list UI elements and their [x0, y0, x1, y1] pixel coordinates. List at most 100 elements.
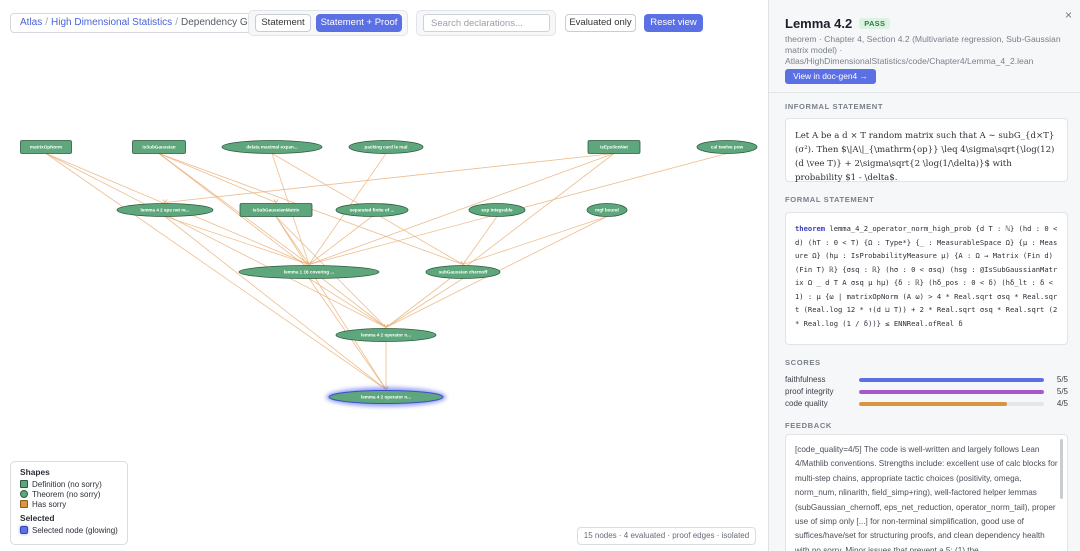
edge-layer — [45, 153, 728, 391]
node-label: IsSubGaussian — [142, 145, 175, 150]
legend-selected-node: Selected node (glowing) — [20, 525, 118, 535]
score-name: faithfulness — [785, 375, 826, 384]
view-in-docgen-button[interactable]: View in doc-gen4 → — [785, 69, 876, 84]
node-label: subGaussian chernoff — [439, 270, 488, 275]
graph-node-matrixopnorm[interactable]: matrixOpNorm — [20, 140, 72, 154]
node-label: separated finite of ... — [350, 208, 395, 213]
search-declarations-input[interactable] — [423, 14, 550, 32]
dependency-edge — [462, 216, 498, 265]
legend-theorem: Theorem (no sorry) — [20, 489, 118, 499]
graph-node-subgaussian-chernoff[interactable]: subGaussian chernoff — [425, 265, 501, 279]
legend-theorem-label: Theorem (no sorry) — [32, 489, 101, 499]
score-bar — [859, 402, 1007, 406]
feedback-card[interactable]: [code_quality=4/5] The code is well-writ… — [785, 434, 1068, 551]
formal-statement-code: lemma_4_2_operator_norm_high_prob {d T :… — [795, 224, 1062, 328]
statement-proof-mode-button[interactable]: Statement + Proof — [316, 14, 402, 32]
close-icon[interactable]: × — [1065, 8, 1072, 22]
breadcrumb-separator: / — [45, 17, 49, 28]
graph-node-exp-integrable[interactable]: exp integrable — [468, 203, 526, 217]
score-track — [859, 402, 1044, 406]
declaration-meta: theorem · Chapter 4, Section 4.2 (Multiv… — [785, 34, 1061, 66]
search-container — [416, 10, 556, 36]
dependency-edge — [45, 153, 387, 328]
informal-statement-card: Let A be a d × T random matrix such that… — [785, 118, 1068, 183]
graph-node-lemma-1-16[interactable]: lemma 1 16 covering ... — [238, 265, 380, 279]
panel-header: Lemma 4.2 PASS — [785, 15, 891, 31]
graph-node-separated-finite[interactable]: separated finite of ... — [335, 203, 409, 217]
feedback-heading: FEEDBACK — [785, 421, 832, 430]
informal-statement-text: Let A be a d × T random matrix such that… — [795, 131, 1055, 183]
graph-node-delta-maximal[interactable]: delata maximal expan... — [221, 140, 323, 154]
dependency-edge — [164, 216, 310, 265]
node-label: lemma 1 16 covering ... — [284, 270, 334, 275]
node-label: delata maximal expan... — [246, 145, 297, 150]
node-layer: matrixOpNorm IsSubGaussian delata maximal … — [20, 140, 758, 407]
legend-sorry-label: Has sorry — [32, 499, 67, 509]
dependency-edge — [308, 216, 373, 265]
scores-heading: SCORES — [785, 358, 821, 367]
score-track — [859, 378, 1044, 382]
graph-node-packing-card[interactable]: packing card le real — [348, 140, 424, 154]
dependency-edge — [385, 278, 464, 328]
declaration-detail-panel: × Lemma 4.2 PASS theorem · Chapter 4, Se… — [768, 0, 1080, 551]
legend-definition-label: Definition (no sorry) — [32, 479, 102, 489]
view-mode-toggle: Statement Statement + Proof — [248, 10, 408, 36]
node-label: matrixOpNorm — [30, 145, 62, 150]
graph-node-isepsilonnet[interactable]: IsEpsilonNet — [587, 140, 641, 154]
node-label: cal twelve pow — [711, 145, 744, 150]
node-label: IsSubGaussianMatrix — [253, 208, 300, 213]
score-value: 5/5 — [1056, 375, 1068, 384]
score-bar — [859, 378, 1044, 382]
graph-node-issubgaussianmatrix[interactable]: IsSubGaussianMatrix — [239, 203, 313, 217]
score-track — [859, 390, 1044, 394]
feedback-text: [code_quality=4/5] The code is well-writ… — [795, 445, 1058, 551]
score-name: proof integrity — [785, 387, 834, 396]
dependency-edge — [385, 153, 615, 328]
evaluated-only-button[interactable]: Evaluated only — [565, 14, 636, 32]
breadcrumb-atlas-link[interactable]: Atlas — [20, 17, 42, 28]
score-faithfulness: faithfulness 5/5 — [785, 375, 1068, 385]
graph-node-mgf-bound[interactable]: mgf bound — [586, 203, 628, 217]
breadcrumb-book-link[interactable]: High Dimensional Statistics — [51, 17, 172, 28]
node-label: lemma 4 2 eps net re... — [140, 208, 189, 213]
breadcrumb: Atlas / High Dimensional Statistics / Depend… — [10, 13, 278, 33]
score-bar — [859, 390, 1044, 394]
graph-status-bar: 15 nodes · 4 evaluated · proof edges · i… — [577, 527, 756, 545]
node-label: IsEpsilonNet — [600, 145, 628, 150]
reset-view-button[interactable]: Reset view — [644, 14, 703, 32]
legend-selected-heading: Selected — [20, 513, 55, 523]
graph-legend: Shapes Definition (no sorry) Theorem (no… — [10, 461, 128, 545]
score-name: code quality — [785, 399, 828, 408]
node-label: lemma 4 2 operator n... — [361, 395, 411, 400]
graph-node-issubgaussian[interactable]: IsSubGaussian — [132, 140, 186, 154]
score-code-quality: code quality 4/5 — [785, 399, 1068, 409]
dependency-edge — [158, 153, 277, 203]
node-label: exp integrable — [481, 208, 513, 213]
dependency-edge — [308, 278, 387, 328]
node-label: lemma 4 2 operator n... — [361, 333, 411, 338]
statement-mode-button[interactable]: Statement — [255, 14, 311, 32]
sorry-swatch-icon — [20, 500, 28, 508]
feedback-scrollbar[interactable] — [1060, 439, 1063, 499]
graph-node-lemma-4-2-op[interactable]: lemma 4 2 operator n... — [335, 328, 437, 342]
panel-divider — [769, 92, 1080, 93]
formal-statement-heading: FORMAL STATEMENT — [785, 195, 875, 204]
graph-node-cal-twelve-pow[interactable]: cal twelve pow — [696, 140, 758, 154]
dependency-edge — [462, 216, 608, 265]
legend-shapes-heading: Shapes — [20, 467, 50, 477]
informal-statement-heading: INFORMAL STATEMENT — [785, 102, 884, 111]
legend-definition: Definition (no sorry) — [20, 479, 118, 489]
dependency-edge — [158, 153, 387, 328]
graph-node-lemma-4-2-op-high[interactable]: lemma 4 2 operator n... — [326, 387, 446, 407]
graph-node-lemma-4-2-eps[interactable]: lemma 4 2 eps net re... — [116, 203, 214, 217]
declaration-title: Lemma 4.2 — [785, 15, 853, 31]
definition-swatch-icon — [20, 480, 28, 488]
node-label: packing card le real — [365, 145, 408, 150]
breadcrumb-separator: / — [175, 17, 178, 28]
score-proof-integrity: proof integrity 5/5 — [785, 387, 1068, 397]
theorem-swatch-icon — [20, 490, 28, 498]
formal-keyword: theorem — [795, 224, 826, 233]
selected-swatch-icon — [20, 526, 28, 534]
score-value: 4/5 — [1056, 399, 1068, 408]
legend-selected-label: Selected node (glowing) — [32, 525, 118, 535]
